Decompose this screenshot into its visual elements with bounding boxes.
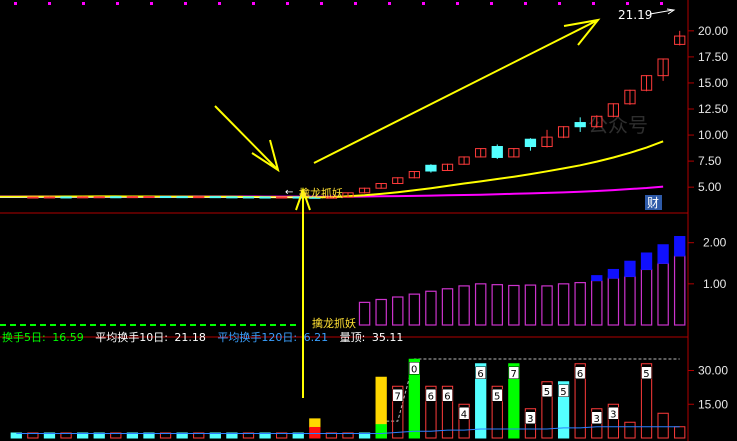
top-dot	[116, 2, 119, 5]
turnover120-value: 6.21	[304, 331, 329, 344]
top-dot	[524, 2, 527, 5]
candle-up	[193, 196, 205, 199]
turnover120-label: 平均换手120日:	[217, 330, 297, 344]
top-dot	[252, 2, 255, 5]
candle-down	[524, 138, 537, 148]
top-dot	[558, 2, 561, 5]
top-dot	[184, 2, 187, 5]
volume-tick-label: 15.00	[698, 397, 728, 411]
turnover-tick-label: 1.00	[703, 277, 727, 291]
volume-bar-label: 5	[643, 369, 649, 380]
turnover-blue-bar	[591, 275, 603, 282]
price-tick-label: 12.50	[698, 102, 728, 116]
top-dot	[354, 2, 357, 5]
candle-down	[574, 122, 586, 128]
signal-label-top: 擒龙抓妖	[299, 186, 343, 200]
signal-marker-arrow: ←	[285, 187, 293, 198]
stats-bar: 换手5日: 16.59 平均换手10日: 21.18 平均换手120日: 6.2…	[2, 330, 403, 344]
volume-bar-label: 7	[511, 369, 517, 380]
price-tick-label: 7.50	[698, 154, 722, 168]
price-tick-label: 10.00	[698, 128, 728, 142]
top-dot	[48, 2, 51, 5]
volume-bar-label: 3	[593, 414, 599, 425]
top-dot	[82, 2, 85, 5]
candle-up	[43, 196, 56, 199]
volume-bar-label: 6	[577, 369, 583, 380]
cai-badge[interactable]: 财	[647, 196, 659, 210]
price-tick-label: 20.00	[698, 24, 728, 38]
top-dot	[660, 2, 663, 5]
candle-up	[126, 196, 139, 199]
volume-bar-label: 5	[544, 387, 550, 398]
volume-bar-label: 4	[461, 409, 467, 420]
liangdu-value: 35.11	[372, 331, 404, 344]
candle-down	[60, 196, 72, 199]
turnover5-label: 换手5日:	[2, 330, 46, 344]
turnover5-value: 16.59	[52, 331, 84, 344]
candle-up	[27, 196, 39, 199]
volume-bar-label: 3	[610, 409, 616, 420]
turnover-blue-bar	[640, 252, 653, 270]
candle-down	[209, 196, 221, 199]
volume-bar-label: 6	[428, 391, 434, 402]
volume-bar-label: 3	[527, 414, 533, 425]
candle-down	[242, 196, 255, 199]
top-dot	[286, 2, 289, 5]
turnover-tick-label: 2.00	[703, 236, 727, 250]
top-dot	[490, 2, 493, 5]
candle-down	[159, 196, 172, 199]
price-tick-label: 17.50	[698, 50, 728, 64]
price-tick-label: 5.00	[698, 180, 722, 194]
candle-down	[176, 196, 188, 199]
turnover-blue-bar	[624, 260, 636, 277]
volume-bar-label: 5	[494, 391, 500, 402]
top-dot	[626, 2, 629, 5]
top-dot	[592, 2, 595, 5]
volume-bar-label: 5	[560, 387, 566, 398]
volume-bar-label: 6	[477, 369, 483, 380]
volume-bar-label: 7	[394, 391, 400, 402]
turnover10-label: 平均换手10日:	[95, 330, 168, 344]
candle-down	[491, 146, 503, 158]
signal-label-mid: 擒龙抓妖	[312, 316, 356, 330]
top-dot	[150, 2, 153, 5]
price-tick-label: 15.00	[698, 76, 728, 90]
candle-down	[226, 196, 238, 199]
top-dot	[218, 2, 221, 5]
top-dot	[456, 2, 459, 5]
candle-up	[93, 196, 105, 199]
volume-tick-label: 30.00	[698, 364, 728, 378]
candle-down	[110, 196, 122, 199]
turnover-blue-bar	[674, 236, 686, 257]
volume-bar-signal-bottom	[309, 426, 321, 439]
candle-down	[259, 196, 271, 199]
volume-bar-label: 6	[444, 391, 450, 402]
liangdu-label: 量顶:	[340, 331, 366, 344]
top-dot	[320, 2, 323, 5]
turnover10-value: 21.18	[174, 331, 206, 344]
turnover-blue-bar	[657, 244, 669, 264]
top-dot	[388, 2, 391, 5]
candle-down	[425, 164, 437, 172]
top-dot	[422, 2, 425, 5]
volume-bar-green-base	[375, 424, 387, 439]
volume-bar-label: 0	[411, 364, 417, 375]
candle-up	[76, 196, 89, 199]
top-dot	[14, 2, 17, 5]
turnover-blue-bar	[607, 268, 620, 279]
stock-chart-canvas: 公众号 20.0017.5015.0012.5010.007.505.00 21…	[0, 0, 737, 441]
volume-bar-signal-top	[309, 418, 321, 428]
candle-up	[143, 196, 155, 199]
price-high-label: 21.19	[618, 8, 652, 22]
